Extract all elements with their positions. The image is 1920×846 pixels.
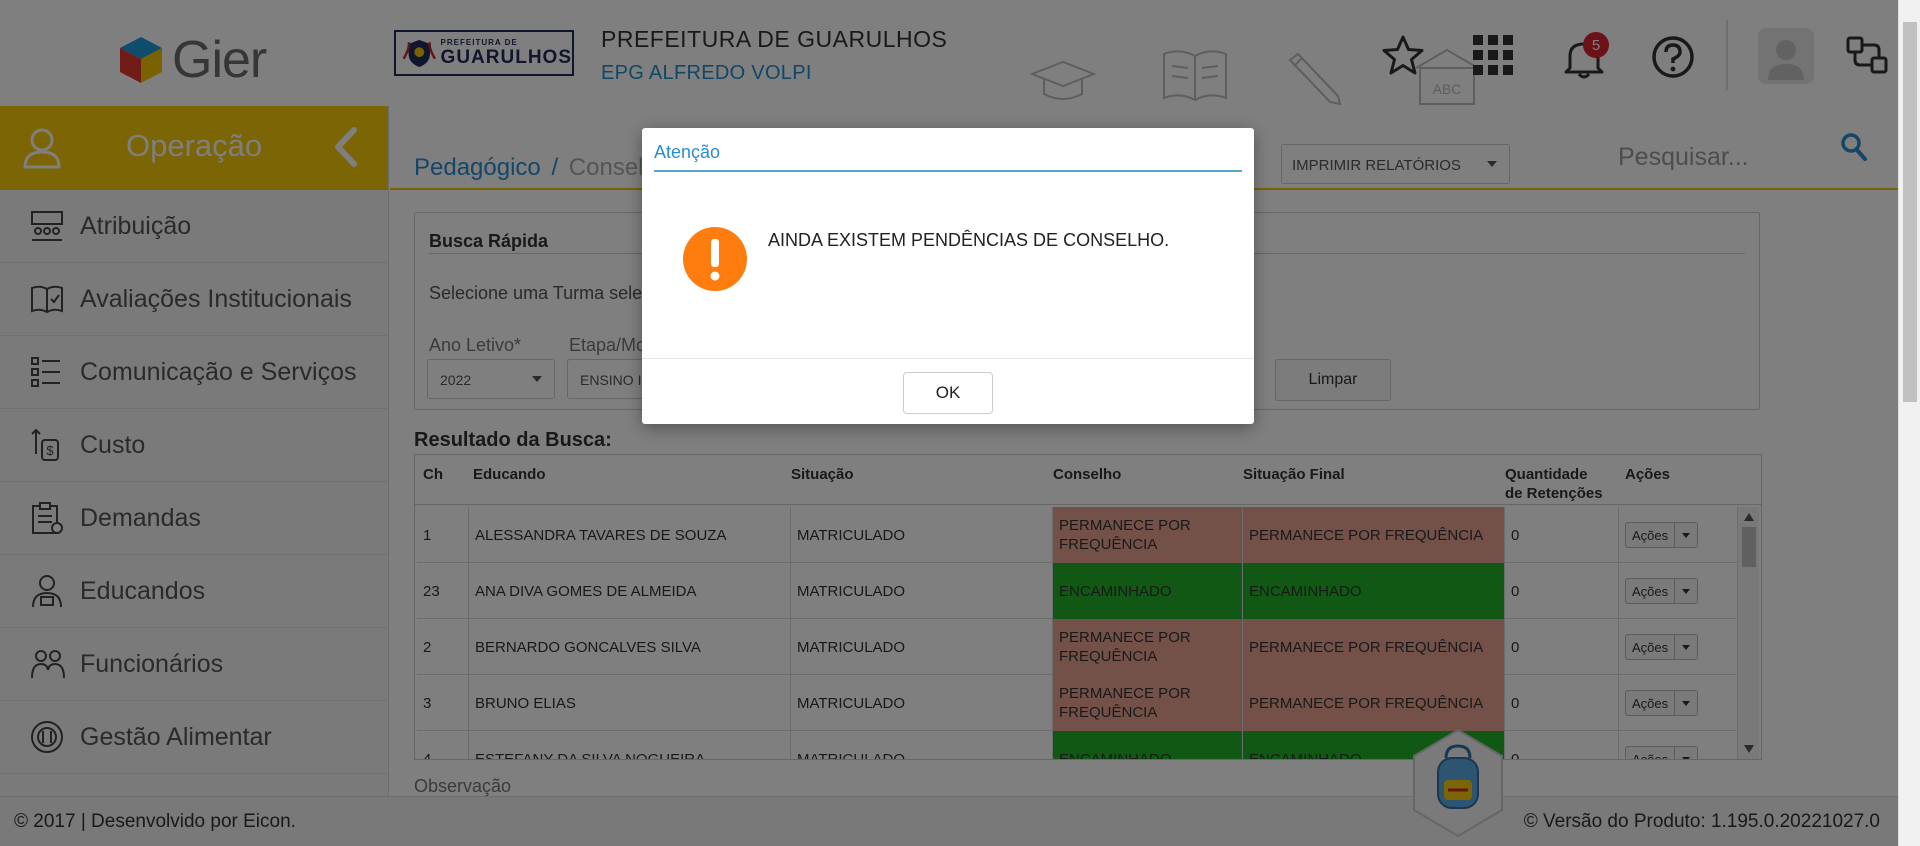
dialog-title-divider [654, 170, 1242, 172]
page-scroll-thumb[interactable] [1903, 22, 1917, 402]
page-scrollbar[interactable] [1898, 0, 1920, 846]
warning-icon [683, 227, 747, 291]
alert-dialog: Atenção AINDA EXISTEM PENDÊNCIAS DE CONS… [642, 128, 1254, 424]
dialog-message: AINDA EXISTEM PENDÊNCIAS DE CONSELHO. [768, 230, 1170, 250]
dialog-footer-divider [642, 358, 1254, 359]
dialog-title: Atenção [654, 142, 721, 162]
ok-button[interactable]: OK [903, 372, 993, 414]
